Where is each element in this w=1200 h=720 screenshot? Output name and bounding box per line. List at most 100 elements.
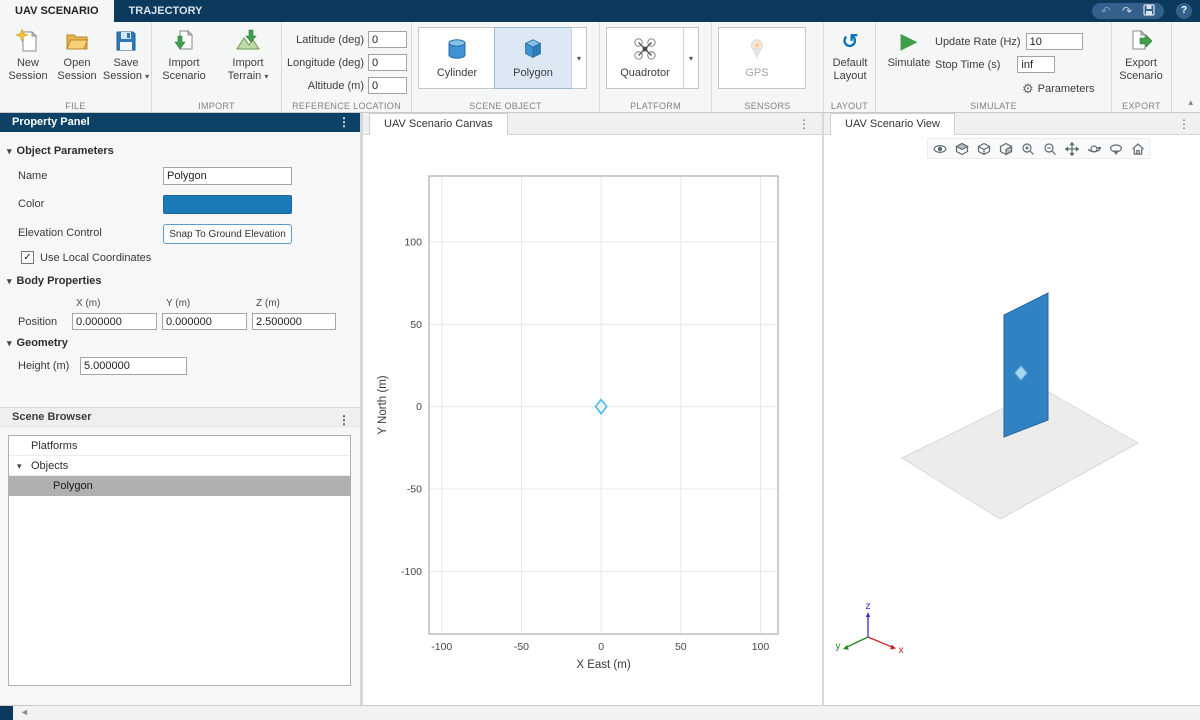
longitude-label: Longitude (deg) — [284, 57, 364, 69]
view-yz-icon[interactable] — [974, 140, 993, 157]
scene-object-cylinder[interactable]: Cylinder — [419, 28, 495, 88]
scenario-canvas-plot[interactable]: -100-50050100100500-50-100X East (m)Y No… — [363, 135, 822, 705]
default-layout-button[interactable]: ↺ Default Layout — [826, 27, 874, 83]
polygon-label: Polygon — [513, 67, 553, 79]
color-label: Color — [18, 198, 44, 210]
view-panel-menu-icon[interactable]: ⋮ — [1178, 117, 1190, 131]
save-icon[interactable] — [1143, 4, 1155, 19]
polygon-object-3d[interactable] — [1004, 293, 1048, 437]
home-icon[interactable] — [1128, 140, 1147, 157]
scenario-3d-view[interactable]: z x y — [824, 135, 1200, 705]
canvas-panel-menu-icon[interactable]: ⋮ — [798, 117, 810, 131]
import-terrain-button[interactable]: Import Terrain ▾ — [224, 27, 272, 83]
stop-time-label: Stop Time (s) — [935, 59, 1000, 71]
export-scenario-icon — [1128, 27, 1154, 55]
svg-text:-100: -100 — [431, 641, 452, 653]
quick-access-toolbar: ↶ ↷ — [1092, 3, 1164, 19]
open-session-button[interactable]: Open Session — [53, 27, 101, 83]
svg-text:50: 50 — [675, 641, 687, 653]
latitude-input[interactable] — [368, 31, 407, 48]
tab-uav-scenario-view[interactable]: UAV Scenario View — [830, 113, 955, 135]
svg-text:X East (m): X East (m) — [576, 659, 630, 671]
color-swatch[interactable] — [163, 195, 292, 214]
gear-icon: ⚙ — [1022, 81, 1034, 97]
tree-item-platforms[interactable]: Platforms — [9, 436, 350, 456]
platform-gallery-caret[interactable]: ▾ — [683, 28, 698, 88]
svg-text:-100: -100 — [401, 566, 422, 578]
height-input[interactable] — [80, 357, 187, 375]
ribbon-section-sensors: GPS SENSORS — [712, 22, 824, 112]
undo-icon[interactable]: ↶ — [1101, 4, 1111, 18]
rotate-3d-icon[interactable] — [1084, 140, 1103, 157]
name-label: Name — [18, 170, 47, 182]
view-xy-icon[interactable] — [952, 140, 971, 157]
scroll-left-icon[interactable]: ◄ — [20, 707, 29, 717]
save-session-button[interactable]: Save Session ▾ — [102, 27, 150, 83]
export-scenario-button[interactable]: Export Scenario — [1117, 27, 1165, 83]
scene-object-polygon[interactable]: Polygon — [495, 28, 571, 88]
position-y-input[interactable] — [162, 313, 247, 330]
export-section-label: EXPORT — [1112, 101, 1171, 111]
collapse-toolstrip-button[interactable]: ▴ — [1188, 97, 1193, 108]
save-session-label: Save Session ▾ — [102, 57, 150, 83]
new-session-button[interactable]: New Session — [4, 27, 52, 83]
platform-quadrotor[interactable]: Quadrotor — [607, 28, 683, 88]
import-terrain-caret-icon: ▾ — [264, 72, 268, 81]
import-scenario-button[interactable]: Import Scenario — [160, 27, 208, 83]
update-rate-input[interactable] — [1026, 33, 1083, 50]
tab-uav-scenario[interactable]: UAV SCENARIO — [0, 0, 114, 22]
sensors-gallery: GPS — [718, 27, 806, 89]
tab-uav-scenario-canvas[interactable]: UAV Scenario Canvas — [369, 113, 508, 135]
geometry-section[interactable]: ▾Geometry — [7, 337, 68, 349]
redo-icon[interactable]: ↷ — [1122, 4, 1132, 18]
update-rate-label: Update Rate (Hz) — [935, 36, 1021, 48]
latitude-label: Latitude (deg) — [284, 34, 364, 46]
canvas-tabbar: UAV Scenario Canvas ⋮ — [363, 113, 822, 135]
datatip-icon[interactable] — [1106, 140, 1125, 157]
position-z-input[interactable] — [252, 313, 336, 330]
property-panel-menu-icon[interactable]: ⋮ — [338, 113, 350, 132]
scene-object-caret-icon: ▾ — [577, 54, 581, 63]
uav-scenario-designer-window: UAV SCENARIO TRAJECTORY ↶ ↷ ? New Sessio… — [0, 0, 1200, 720]
tree-item-polygon[interactable]: Polygon — [9, 476, 350, 496]
view-iso-icon[interactable] — [996, 140, 1015, 157]
cylinder-icon — [444, 37, 470, 64]
save-session-text: Save Session — [103, 57, 142, 82]
tab-trajectory[interactable]: TRAJECTORY — [114, 0, 218, 22]
zoom-in-icon[interactable] — [1018, 140, 1037, 157]
toggle-visibility-icon[interactable] — [930, 140, 949, 157]
snap-to-ground-elevation-button[interactable]: Snap To Ground Elevation — [163, 224, 292, 244]
scene-object-gallery-caret[interactable]: ▾ — [571, 28, 586, 88]
import-terrain-text: Import Terrain — [228, 57, 264, 82]
longitude-input[interactable] — [368, 54, 407, 71]
position-z-header: Z (m) — [256, 298, 280, 309]
use-local-coordinates-checkbox[interactable]: ✓ — [21, 251, 34, 264]
object-parameters-section[interactable]: ▾Object Parameters — [7, 145, 114, 157]
property-panel-title: Property Panel — [12, 116, 90, 128]
position-label: Position — [18, 316, 57, 328]
name-input[interactable] — [163, 167, 292, 185]
geometry-collapse-icon: ▾ — [7, 338, 12, 348]
altitude-label: Altitude (m) — [284, 80, 364, 92]
zoom-out-icon[interactable] — [1040, 140, 1059, 157]
altitude-input[interactable] — [368, 77, 407, 94]
simulate-button[interactable]: ▶ Simulate — [886, 27, 932, 70]
pan-icon[interactable] — [1062, 140, 1081, 157]
left-dock-panel: Property Panel ⋮ ▾Object Parameters Name… — [0, 113, 360, 705]
position-x-input[interactable] — [72, 313, 157, 330]
stop-time-input[interactable] — [1017, 56, 1055, 73]
ribbon-section-platform: Quadrotor ▾ PLATFORM — [600, 22, 712, 112]
svg-text:0: 0 — [416, 401, 422, 413]
elevation-control-label: Elevation Control — [18, 227, 102, 239]
help-button[interactable]: ? — [1176, 3, 1192, 19]
scene-browser-menu-icon[interactable]: ⋮ — [338, 411, 350, 430]
body-properties-section[interactable]: ▾Body Properties — [7, 275, 102, 287]
parameters-button[interactable]: ⚙ Parameters — [1022, 81, 1095, 97]
axis-y-label: y — [836, 641, 841, 652]
canvas-content: -100-50050100100500-50-100X East (m)Y No… — [363, 135, 822, 705]
scene-browser-title: Scene Browser — [12, 411, 91, 423]
position-y-header: Y (m) — [166, 298, 190, 309]
tree-item-objects[interactable]: ▾Objects — [9, 456, 350, 476]
height-label: Height (m) — [18, 360, 69, 372]
axis-x-label: x — [899, 645, 904, 656]
